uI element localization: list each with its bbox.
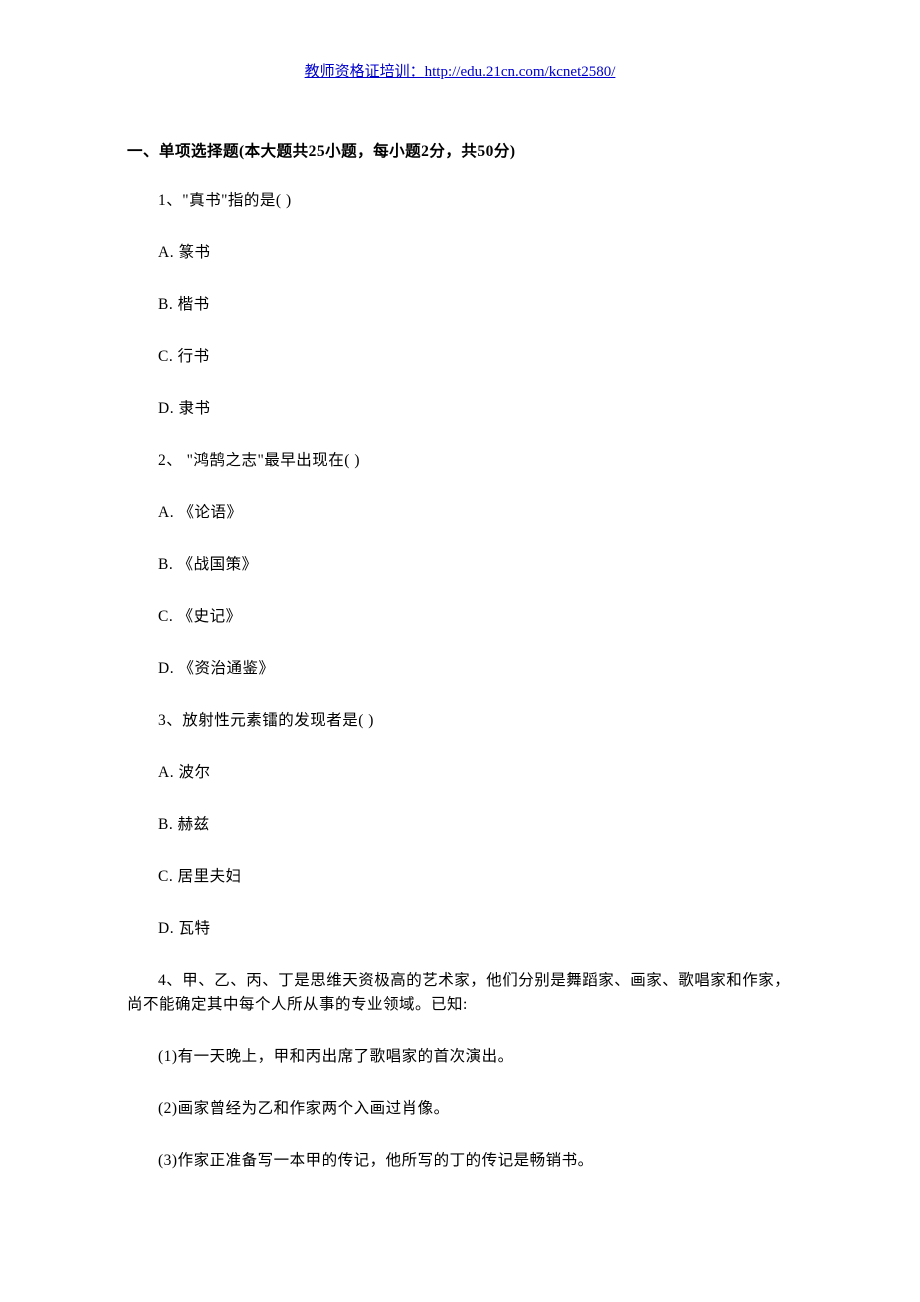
- q2-option-d: D. 《资治通鉴》: [127, 657, 793, 681]
- q4-clue-3: (3)作家正准备写一本甲的传记，他所写的丁的传记是畅销书。: [127, 1149, 793, 1173]
- q3-option-d: D. 瓦特: [127, 917, 793, 941]
- q1-option-d: D. 隶书: [127, 397, 793, 421]
- q3-option-a: A. 波尔: [127, 761, 793, 785]
- q1-option-c: C. 行书: [127, 345, 793, 369]
- q4-clue-1: (1)有一天晚上，甲和丙出席了歌唱家的首次演出。: [127, 1045, 793, 1069]
- q1-option-b: B. 楷书: [127, 293, 793, 317]
- q4-clue-2: (2)画家曾经为乙和作家两个入画过肖像。: [127, 1097, 793, 1121]
- q2-option-a: A. 《论语》: [127, 501, 793, 525]
- q1-option-a: A. 篆书: [127, 241, 793, 265]
- q2-option-b: B. 《战国策》: [127, 553, 793, 577]
- section-heading: 一、单项选择题(本大题共25小题，每小题2分，共50分): [127, 139, 793, 161]
- question-4: 4、甲、乙、丙、丁是思维天资极高的艺术家，他们分别是舞蹈家、画家、歌唱家和作家，…: [127, 969, 793, 1017]
- question-2: 2、 "鸿鹄之志"最早出现在( ): [127, 449, 793, 473]
- header-label: 教师资格证培训：: [305, 64, 425, 80]
- question-3: 3、放射性元素镭的发现者是( ): [127, 709, 793, 733]
- q2-option-c: C. 《史记》: [127, 605, 793, 629]
- q3-option-c: C. 居里夫妇: [127, 865, 793, 889]
- header-url[interactable]: http://edu.21cn.com/kcnet2580/: [425, 64, 616, 80]
- header-link: 教师资格证培训：http://edu.21cn.com/kcnet2580/: [127, 60, 793, 81]
- question-1: 1、"真书"指的是( ): [127, 189, 793, 213]
- q3-option-b: B. 赫兹: [127, 813, 793, 837]
